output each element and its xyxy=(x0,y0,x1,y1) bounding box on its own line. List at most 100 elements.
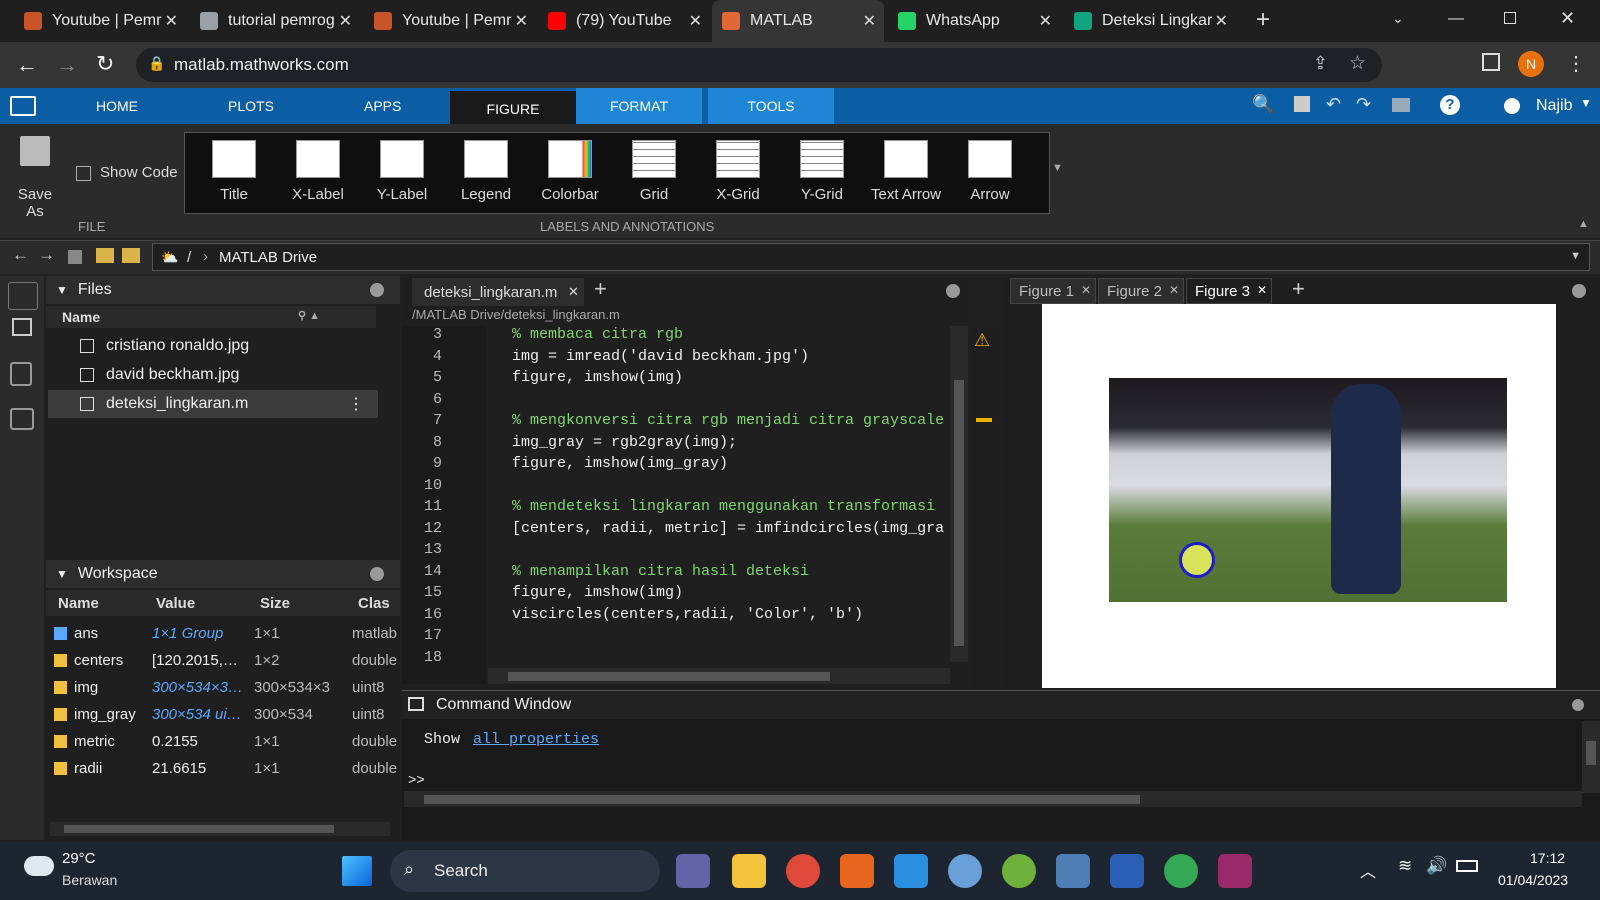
workspace-row[interactable]: centers [120.2015,… 1×2 double xyxy=(48,647,400,674)
command-output[interactable]: Show all properties xyxy=(424,731,599,748)
new-folder-icon[interactable] xyxy=(96,248,114,263)
clock-date[interactable]: 01/04/2023 xyxy=(1498,872,1568,888)
window-close-icon[interactable]: ✕ xyxy=(1560,8,1575,29)
postgres-icon[interactable] xyxy=(1056,854,1090,888)
qgis-icon[interactable] xyxy=(1002,854,1036,888)
browser-tab[interactable]: (79) YouTube ✕ xyxy=(538,0,710,42)
ribbon-button-title[interactable]: Title xyxy=(194,140,274,203)
collapse-ribbon-icon[interactable]: ▲ xyxy=(1578,218,1589,230)
add-tab-icon[interactable]: + xyxy=(594,276,607,302)
col-class[interactable]: Clas xyxy=(358,595,390,612)
share-icon[interactable]: ⇪ xyxy=(1313,53,1328,74)
command-vscroll[interactable] xyxy=(1582,721,1600,793)
workspace-row[interactable]: img 300×534×3… 300×534×3 uint8 xyxy=(48,674,400,701)
volume-icon[interactable]: 🔊 xyxy=(1426,856,1447,876)
layout-icon[interactable] xyxy=(1392,98,1410,112)
tray-chevron-icon[interactable]: ︿ xyxy=(1360,858,1376,882)
panel-options-icon[interactable] xyxy=(1572,699,1584,711)
figure-canvas[interactable] xyxy=(1042,304,1556,688)
close-icon[interactable]: ✕ xyxy=(1215,11,1228,31)
teams-chat-icon[interactable] xyxy=(676,854,710,888)
figure-tab[interactable]: Figure 1 ✕ xyxy=(1010,278,1096,304)
close-icon[interactable]: ✕ xyxy=(568,284,579,300)
file-menu-icon[interactable]: ⋮ xyxy=(348,394,364,414)
battery-icon[interactable] xyxy=(1456,860,1478,872)
collapse-icon[interactable]: ▼ xyxy=(56,283,68,297)
help-icon[interactable]: ? xyxy=(1440,95,1460,115)
all-properties-link[interactable]: all properties xyxy=(473,731,599,748)
ribbon-tab-figure[interactable]: FIGURE xyxy=(450,88,576,124)
football-photo[interactable] xyxy=(1109,378,1507,602)
scroll-thumb[interactable] xyxy=(954,380,964,646)
collapse-icon[interactable]: ▼ xyxy=(56,567,68,581)
command-prompt[interactable]: >> xyxy=(408,773,425,789)
ribbon-tab-format[interactable]: FORMAT xyxy=(576,88,702,124)
forward-icon[interactable]: → xyxy=(56,52,78,78)
command-hscroll[interactable] xyxy=(404,791,1582,807)
file-explorer-icon[interactable] xyxy=(732,854,766,888)
code-comment[interactable]: % mengkonversi citra rgb menjadi citra g… xyxy=(512,412,944,433)
editor-tab[interactable]: deteksi_lingkaran.m ✕ xyxy=(412,278,584,306)
warning-marker[interactable] xyxy=(976,418,992,422)
ribbon-button-text-arrow[interactable]: Text Arrow xyxy=(866,140,946,203)
minimize-icon[interactable]: — xyxy=(1448,10,1464,28)
search-icon[interactable]: 🔍 xyxy=(1252,94,1274,115)
ribbon-button-x-grid[interactable]: X-Grid xyxy=(698,140,778,203)
path-dropdown-icon[interactable]: ▼ xyxy=(1570,250,1581,262)
forward-icon[interactable]: → xyxy=(38,245,55,265)
bookmark-star-icon[interactable]: ☆ xyxy=(1349,52,1366,75)
reload-icon[interactable]: ↻ xyxy=(96,51,114,77)
app-orange-icon[interactable] xyxy=(840,854,874,888)
weather-temp[interactable]: 29°C xyxy=(62,850,96,867)
browser-tab[interactable]: Youtube | Pemr ✕ xyxy=(14,0,186,42)
ribbon-button-y-grid[interactable]: Y-Grid xyxy=(782,140,862,203)
user-name[interactable]: Najib xyxy=(1536,97,1572,115)
col-value[interactable]: Value xyxy=(156,595,195,612)
path-field[interactable]: ⛅ / › MATLAB Drive ▼ xyxy=(152,243,1590,271)
file-item[interactable]: cristiano ronaldo.jpg xyxy=(48,332,378,360)
add-figure-icon[interactable]: + xyxy=(1292,276,1305,302)
col-name[interactable]: Name xyxy=(58,595,99,612)
menu-icon[interactable]: ⋮ xyxy=(1566,51,1586,76)
workspace-row[interactable]: img_gray 300×534 ui… 300×534 uint8 xyxy=(48,701,400,728)
ribbon-button-colorbar[interactable]: Colorbar xyxy=(530,140,610,203)
new-tab-icon[interactable]: + xyxy=(1256,6,1270,34)
browser-tab[interactable]: WhatsApp ✕ xyxy=(888,0,1060,42)
workspace-row[interactable]: metric 0.2155 1×1 double xyxy=(48,728,400,755)
code-area[interactable]: 3 % membaca citra rgb 4 img = imread('david… xyxy=(402,326,950,666)
workspace-row[interactable]: ans 1×1 Group 1×1 matlab xyxy=(48,620,400,647)
close-icon[interactable]: ✕ xyxy=(689,11,702,31)
weather-icon[interactable] xyxy=(24,856,54,876)
ribbon-button-y-label[interactable]: Y-Label xyxy=(362,140,442,203)
chrome-profile-icon[interactable] xyxy=(1164,854,1198,888)
ribbon-tab-plots[interactable]: PLOTS xyxy=(228,88,274,124)
back-icon[interactable]: ← xyxy=(16,52,38,78)
ribbon-button-legend[interactable]: Legend xyxy=(446,140,526,203)
code-comment[interactable]: % menampilkan citra hasil deteksi xyxy=(512,563,809,584)
address-bar[interactable]: 🔒 matlab.mathworks.com ⇪ ☆ xyxy=(136,48,1382,82)
chrome-icon[interactable] xyxy=(786,854,820,888)
editor-hscroll[interactable] xyxy=(488,668,950,684)
wifi-icon[interactable]: ≋ xyxy=(1398,856,1412,876)
code-statement[interactable]: figure, imshow(img) xyxy=(512,584,683,605)
winrar-icon[interactable] xyxy=(1218,854,1252,888)
scroll-thumb[interactable] xyxy=(424,795,1140,804)
files-column-header[interactable]: Name ⚲ ▲ xyxy=(46,306,376,328)
up-folder-icon[interactable] xyxy=(68,250,82,264)
user-chevron-icon[interactable]: ▼ xyxy=(1580,96,1592,110)
gallery-expand-icon[interactable]: ▼ xyxy=(1052,162,1063,174)
scroll-thumb[interactable] xyxy=(1586,741,1596,765)
weather-desc[interactable]: Berawan xyxy=(62,872,117,888)
restore-icon[interactable] xyxy=(1504,12,1516,24)
ribbon-button-x-label[interactable]: X-Label xyxy=(278,140,358,203)
close-icon[interactable]: ✕ xyxy=(165,11,178,31)
close-icon[interactable]: ✕ xyxy=(1081,283,1091,297)
scroll-thumb[interactable] xyxy=(64,825,334,833)
status-icon[interactable] xyxy=(1504,98,1520,114)
figure-tab[interactable]: Figure 2 ✕ xyxy=(1098,278,1184,304)
code-comment[interactable]: % membaca citra rgb xyxy=(512,326,683,347)
code-statement[interactable]: img = imread('david beckham.jpg') xyxy=(512,348,809,369)
browser-tab[interactable]: MATLAB ✕ xyxy=(712,0,884,42)
start-icon[interactable] xyxy=(342,856,372,886)
ribbon-tab-tools[interactable]: TOOLS xyxy=(708,88,834,124)
